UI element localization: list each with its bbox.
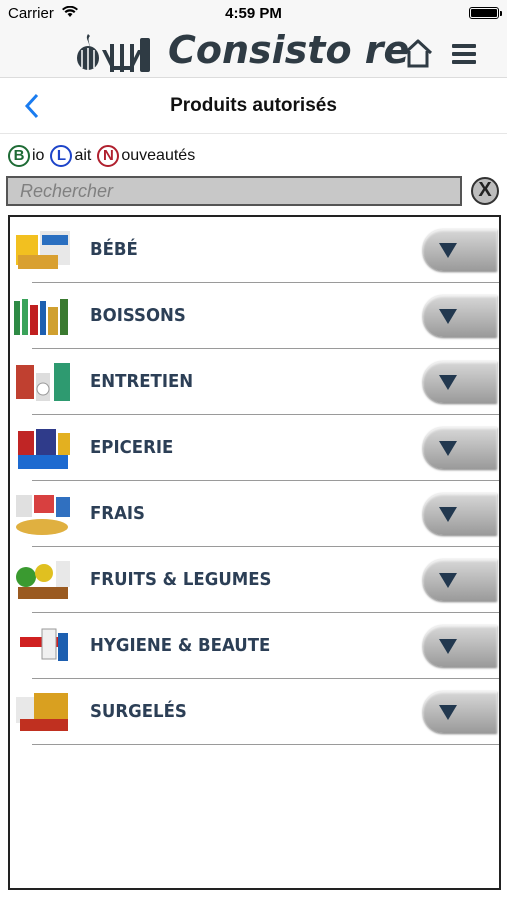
fresh-products-image: [12, 491, 74, 537]
nouveautes-label: ouveautés: [121, 147, 196, 164]
category-row[interactable]: BOISSONS: [10, 283, 499, 349]
triangle-down-icon: [439, 639, 457, 654]
category-row[interactable]: FRAIS: [10, 481, 499, 547]
hygiene-beauty-image: [12, 623, 74, 669]
cleaning-products-image: [12, 359, 74, 405]
fruits-vegetables-image: [12, 557, 74, 603]
clear-search-button[interactable]: X: [471, 177, 499, 205]
triangle-down-icon: [439, 507, 457, 522]
page-title: Produits autorisés: [170, 95, 337, 116]
category-label: HYGIENE & BEAUTE: [90, 635, 271, 656]
menorah-icon: [72, 30, 154, 76]
lait-label: ait: [74, 147, 92, 164]
category-list: BÉBÉ BOISSONS ENTRETIEN EPICERIE FRAIS FRUITS…: [8, 215, 501, 890]
triangle-down-icon: [439, 375, 457, 390]
clock: 4:59 PM: [225, 5, 282, 22]
triangle-down-icon: [439, 309, 457, 324]
home-button[interactable]: [402, 38, 434, 68]
category-row[interactable]: BÉBÉ: [10, 217, 499, 283]
category-row[interactable]: ENTRETIEN: [10, 349, 499, 415]
lait-badge: L: [50, 145, 73, 167]
triangle-down-icon: [439, 243, 457, 258]
expand-button[interactable]: [423, 625, 497, 667]
row-divider: [32, 744, 499, 745]
drinks-image: [12, 293, 74, 339]
home-icon: [403, 39, 433, 68]
expand-button[interactable]: [423, 361, 497, 403]
app-header: Consisto re: [0, 26, 507, 78]
expand-button[interactable]: [423, 559, 497, 601]
expand-button[interactable]: [423, 295, 497, 337]
bio-badge: B: [8, 145, 30, 167]
bio-label: io: [32, 147, 45, 164]
category-label: BOISSONS: [90, 305, 186, 326]
category-row[interactable]: SURGELÉS: [10, 679, 499, 745]
category-label: EPICERIE: [90, 437, 174, 458]
baby-products-image: [12, 227, 74, 273]
expand-button[interactable]: [423, 427, 497, 469]
nouveautes-badge: N: [97, 145, 120, 167]
frozen-food-image: [12, 689, 74, 735]
category-row[interactable]: FRUITS & LEGUMES: [10, 547, 499, 613]
category-label: BÉBÉ: [90, 239, 138, 260]
category-label: FRAIS: [90, 503, 145, 524]
search-input[interactable]: [6, 176, 462, 206]
navigation-bar: Produits autorisés: [0, 78, 507, 134]
category-row[interactable]: EPICERIE: [10, 415, 499, 481]
category-label: SURGELÉS: [90, 701, 187, 722]
hamburger-menu-icon[interactable]: [452, 44, 476, 64]
category-label: FRUITS & LEGUMES: [90, 569, 272, 590]
category-label: ENTRETIEN: [90, 371, 194, 392]
expand-button[interactable]: [423, 493, 497, 535]
brand-logo-text: Consisto re: [168, 28, 410, 72]
grocery-image: [12, 425, 74, 471]
triangle-down-icon: [439, 573, 457, 588]
search-row: X: [6, 175, 501, 207]
status-bar: Carrier 4:59 PM: [0, 0, 507, 26]
expand-button[interactable]: [423, 229, 497, 271]
triangle-down-icon: [439, 441, 457, 456]
legend: B io L ait N ouveautés: [8, 143, 201, 169]
triangle-down-icon: [439, 705, 457, 720]
expand-button[interactable]: [423, 691, 497, 733]
battery-icon: [469, 7, 502, 19]
category-row[interactable]: HYGIENE & BEAUTE: [10, 613, 499, 679]
